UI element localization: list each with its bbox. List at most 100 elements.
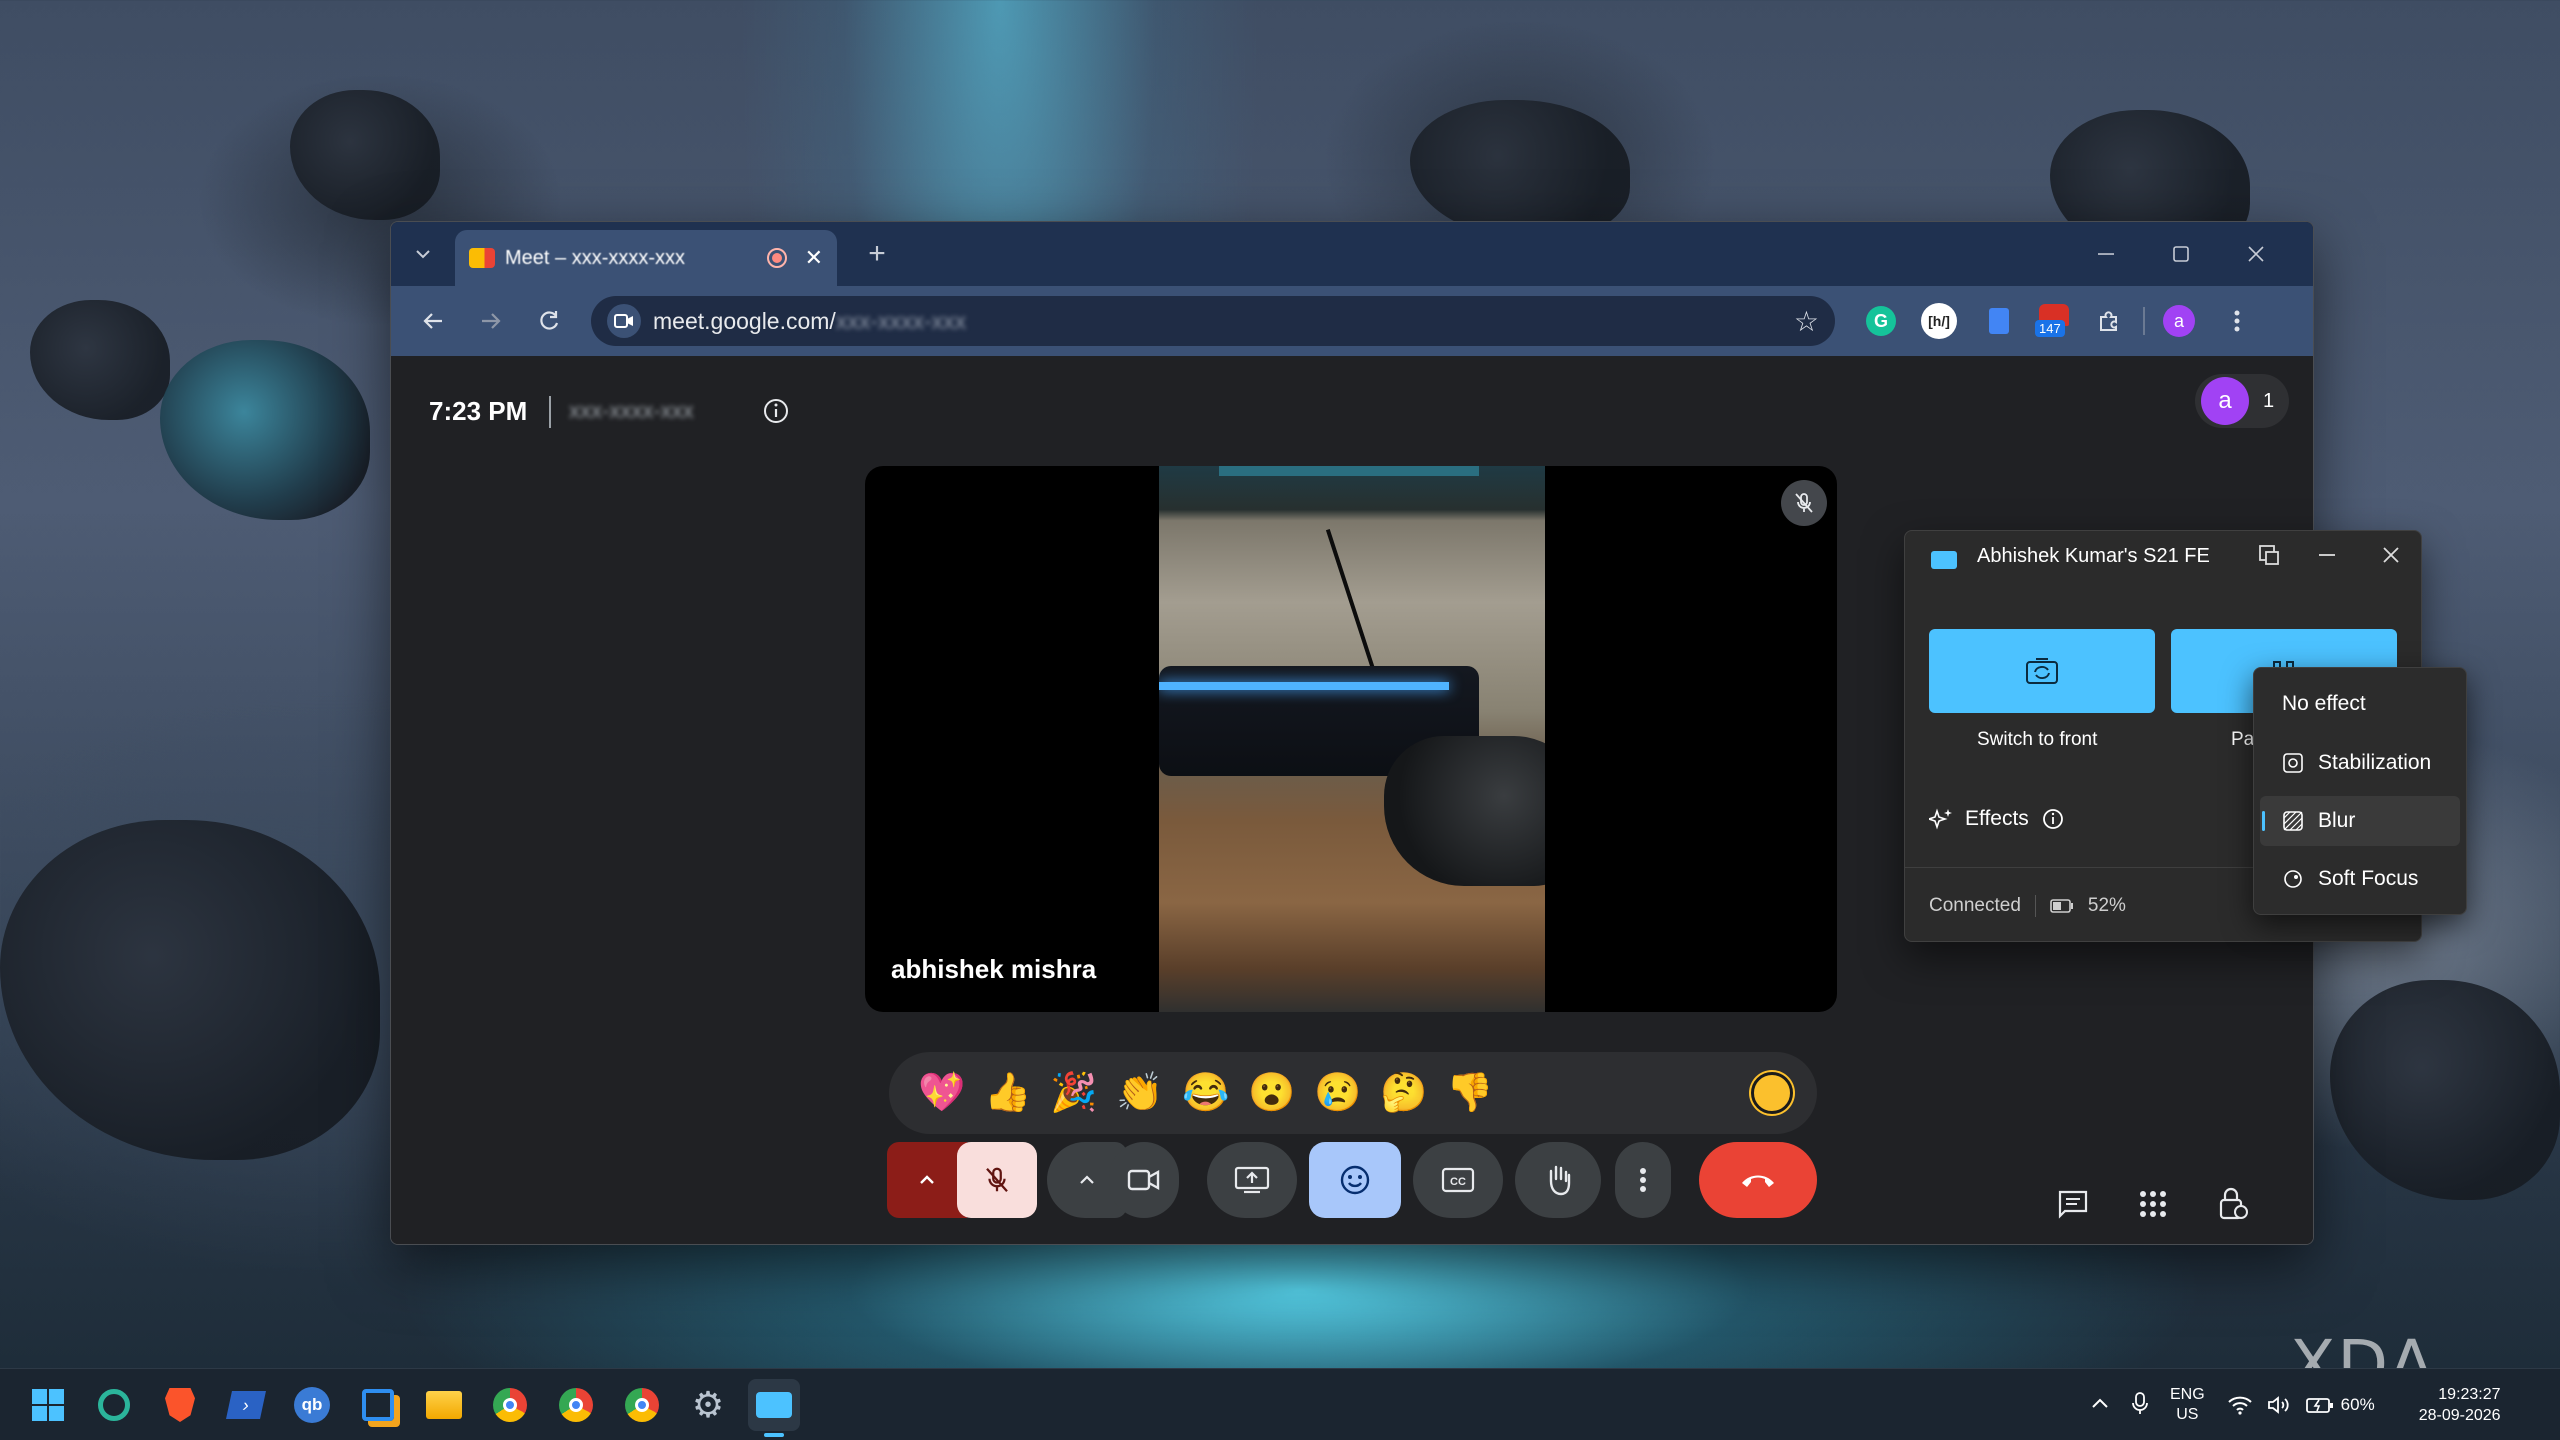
- powershell-icon[interactable]: ›: [220, 1379, 272, 1431]
- profile-button[interactable]: a: [2157, 299, 2201, 343]
- raise-hand-button[interactable]: [1515, 1142, 1601, 1218]
- chrome-profile-2-icon[interactable]: [550, 1379, 602, 1431]
- present-screen-button[interactable]: [1207, 1142, 1297, 1218]
- reaction-thinking[interactable]: 🤔: [1371, 1060, 1437, 1126]
- menu-item-label: Stabilization: [2318, 751, 2432, 774]
- participant-video-tile[interactable]: abhishek mishra: [865, 466, 1837, 1012]
- camera-toggle-button[interactable]: [1109, 1142, 1179, 1218]
- phone-minimize-button[interactable]: [2315, 543, 2345, 573]
- tab-meet[interactable]: Meet – xxx-xxxx-xxx ✕: [455, 230, 837, 286]
- settings-icon[interactable]: ⚙: [682, 1379, 734, 1431]
- camera-feed: [1159, 466, 1545, 1012]
- menu-item-soft-focus[interactable]: Soft Focus: [2260, 854, 2460, 904]
- mic-toggle-button[interactable]: [957, 1142, 1037, 1218]
- hand-icon: [1549, 1165, 1571, 1196]
- site-info-icon[interactable]: [607, 304, 641, 338]
- effects-row[interactable]: Effects: [1929, 807, 2065, 831]
- grammarly-extension-icon[interactable]: G: [1861, 301, 1901, 341]
- microphone-tray-icon[interactable]: [2132, 1391, 2148, 1420]
- reaction-laugh[interactable]: 😂: [1173, 1060, 1239, 1126]
- extensions-button[interactable]: [2087, 299, 2131, 343]
- recording-icon: [766, 248, 787, 268]
- back-button[interactable]: [411, 299, 455, 343]
- participants-button[interactable]: a 1: [2195, 374, 2289, 428]
- qbittorrent-icon[interactable]: qb: [286, 1379, 338, 1431]
- tab-close-icon[interactable]: ✕: [805, 245, 823, 271]
- profile-avatar: a: [2163, 305, 2195, 337]
- meeting-time: 7:23 PM: [429, 396, 528, 426]
- participant-avatar: a: [2201, 377, 2249, 425]
- menu-item-label: Blur: [2318, 809, 2356, 832]
- switch-camera-button[interactable]: [1929, 629, 2155, 713]
- tab-title: Meet – xxx-xxxx-xxx: [505, 246, 686, 269]
- wifi-icon: [2227, 1396, 2252, 1415]
- search-app-icon[interactable]: [88, 1379, 140, 1431]
- calendar-extension-icon[interactable]: 147: [2031, 298, 2077, 344]
- file-explorer-icon[interactable]: [418, 1379, 470, 1431]
- reaction-heart[interactable]: 💖: [909, 1060, 975, 1126]
- tab-search-button[interactable]: [405, 236, 441, 272]
- reactions-button[interactable]: [1309, 1142, 1401, 1218]
- language-indicator[interactable]: ENG US: [2170, 1385, 2205, 1425]
- docs-extension-icon[interactable]: [1979, 301, 2019, 341]
- skin-tone-button[interactable]: [1751, 1072, 1793, 1114]
- close-window-button[interactable]: [2231, 236, 2281, 272]
- captions-button[interactable]: CC: [1413, 1142, 1503, 1218]
- address-bar[interactable]: meet.google.com/ xxx-xxxx-xxx ☆: [591, 296, 1835, 346]
- start-button[interactable]: [22, 1379, 74, 1431]
- stabilization-icon: [2283, 753, 2303, 773]
- pin-window-button[interactable]: [2257, 543, 2287, 573]
- forward-button[interactable]: [469, 299, 513, 343]
- videocam-icon: [1127, 1169, 1160, 1191]
- quick-settings-button[interactable]: 60%: [2227, 1395, 2375, 1415]
- closed-captions-icon: CC: [1441, 1167, 1475, 1193]
- svg-text:CC: CC: [1450, 1176, 1466, 1188]
- reaction-thumbs-down[interactable]: 👎: [1437, 1060, 1503, 1126]
- battery-charging-icon: [2305, 1398, 2333, 1413]
- background-rock: [290, 90, 440, 220]
- more-options-button[interactable]: [1615, 1142, 1671, 1218]
- menu-item-blur[interactable]: Blur: [2260, 796, 2460, 846]
- tab-strip: Meet – xxx-xxxx-xxx ✕ +: [391, 222, 2313, 286]
- sparkle-icon: [1929, 808, 1952, 830]
- new-tab-button[interactable]: +: [857, 236, 897, 272]
- audio-options-button[interactable]: [887, 1142, 967, 1218]
- reaction-sad[interactable]: 😢: [1305, 1060, 1371, 1126]
- hj-extension-icon[interactable]: [h/]: [1919, 301, 1959, 341]
- present-to-all-icon: [1234, 1166, 1270, 1194]
- minimize-icon: [2319, 554, 2335, 556]
- reload-button[interactable]: [527, 299, 571, 343]
- info-icon: [764, 399, 788, 423]
- host-controls-button[interactable]: [2205, 1176, 2261, 1232]
- system-tray: ENG US 60% 19:23:27 28-09-2026: [2090, 1369, 2501, 1440]
- brave-browser-icon[interactable]: [154, 1379, 206, 1431]
- bookmark-star-icon[interactable]: ☆: [1794, 305, 1819, 338]
- reaction-thumbs-up[interactable]: 👍: [975, 1060, 1041, 1126]
- clock[interactable]: 19:23:27 28-09-2026: [2419, 1384, 2501, 1426]
- chevron-down-icon: [416, 250, 430, 259]
- phone-link-camera-icon[interactable]: [748, 1379, 800, 1437]
- minimize-button[interactable]: [2081, 236, 2131, 272]
- language-code: ENG: [2170, 1386, 2205, 1403]
- chrome-icon[interactable]: [484, 1379, 536, 1431]
- phone-close-button[interactable]: [2379, 543, 2409, 573]
- browser-menu-button[interactable]: [2215, 299, 2259, 343]
- reaction-clap[interactable]: 👏: [1107, 1060, 1173, 1126]
- chat-button[interactable]: [2045, 1176, 2101, 1232]
- maximize-button[interactable]: [2156, 236, 2206, 272]
- mic-off-icon: [1795, 493, 1813, 513]
- url-suffix-blurred: xxx-xxxx-xxx: [835, 307, 967, 334]
- clock-date: 28-09-2026: [2418, 1407, 2501, 1424]
- leave-call-button[interactable]: [1699, 1142, 1817, 1218]
- menu-item-stabilization[interactable]: Stabilization: [2260, 738, 2460, 788]
- chevron-up-icon: [2092, 1398, 2108, 1408]
- toolbar-divider: [2143, 307, 2145, 335]
- show-hidden-icons-button[interactable]: [2090, 1395, 2110, 1415]
- meeting-info-button[interactable]: [761, 396, 793, 428]
- menu-item-no-effect[interactable]: No effect: [2260, 679, 2460, 729]
- reaction-surprised[interactable]: 😮: [1239, 1060, 1305, 1126]
- virtual-machine-icon[interactable]: [352, 1379, 404, 1431]
- activities-button[interactable]: [2125, 1176, 2181, 1232]
- chrome-profile-3-icon[interactable]: [616, 1379, 668, 1431]
- reaction-party[interactable]: 🎉: [1041, 1060, 1107, 1126]
